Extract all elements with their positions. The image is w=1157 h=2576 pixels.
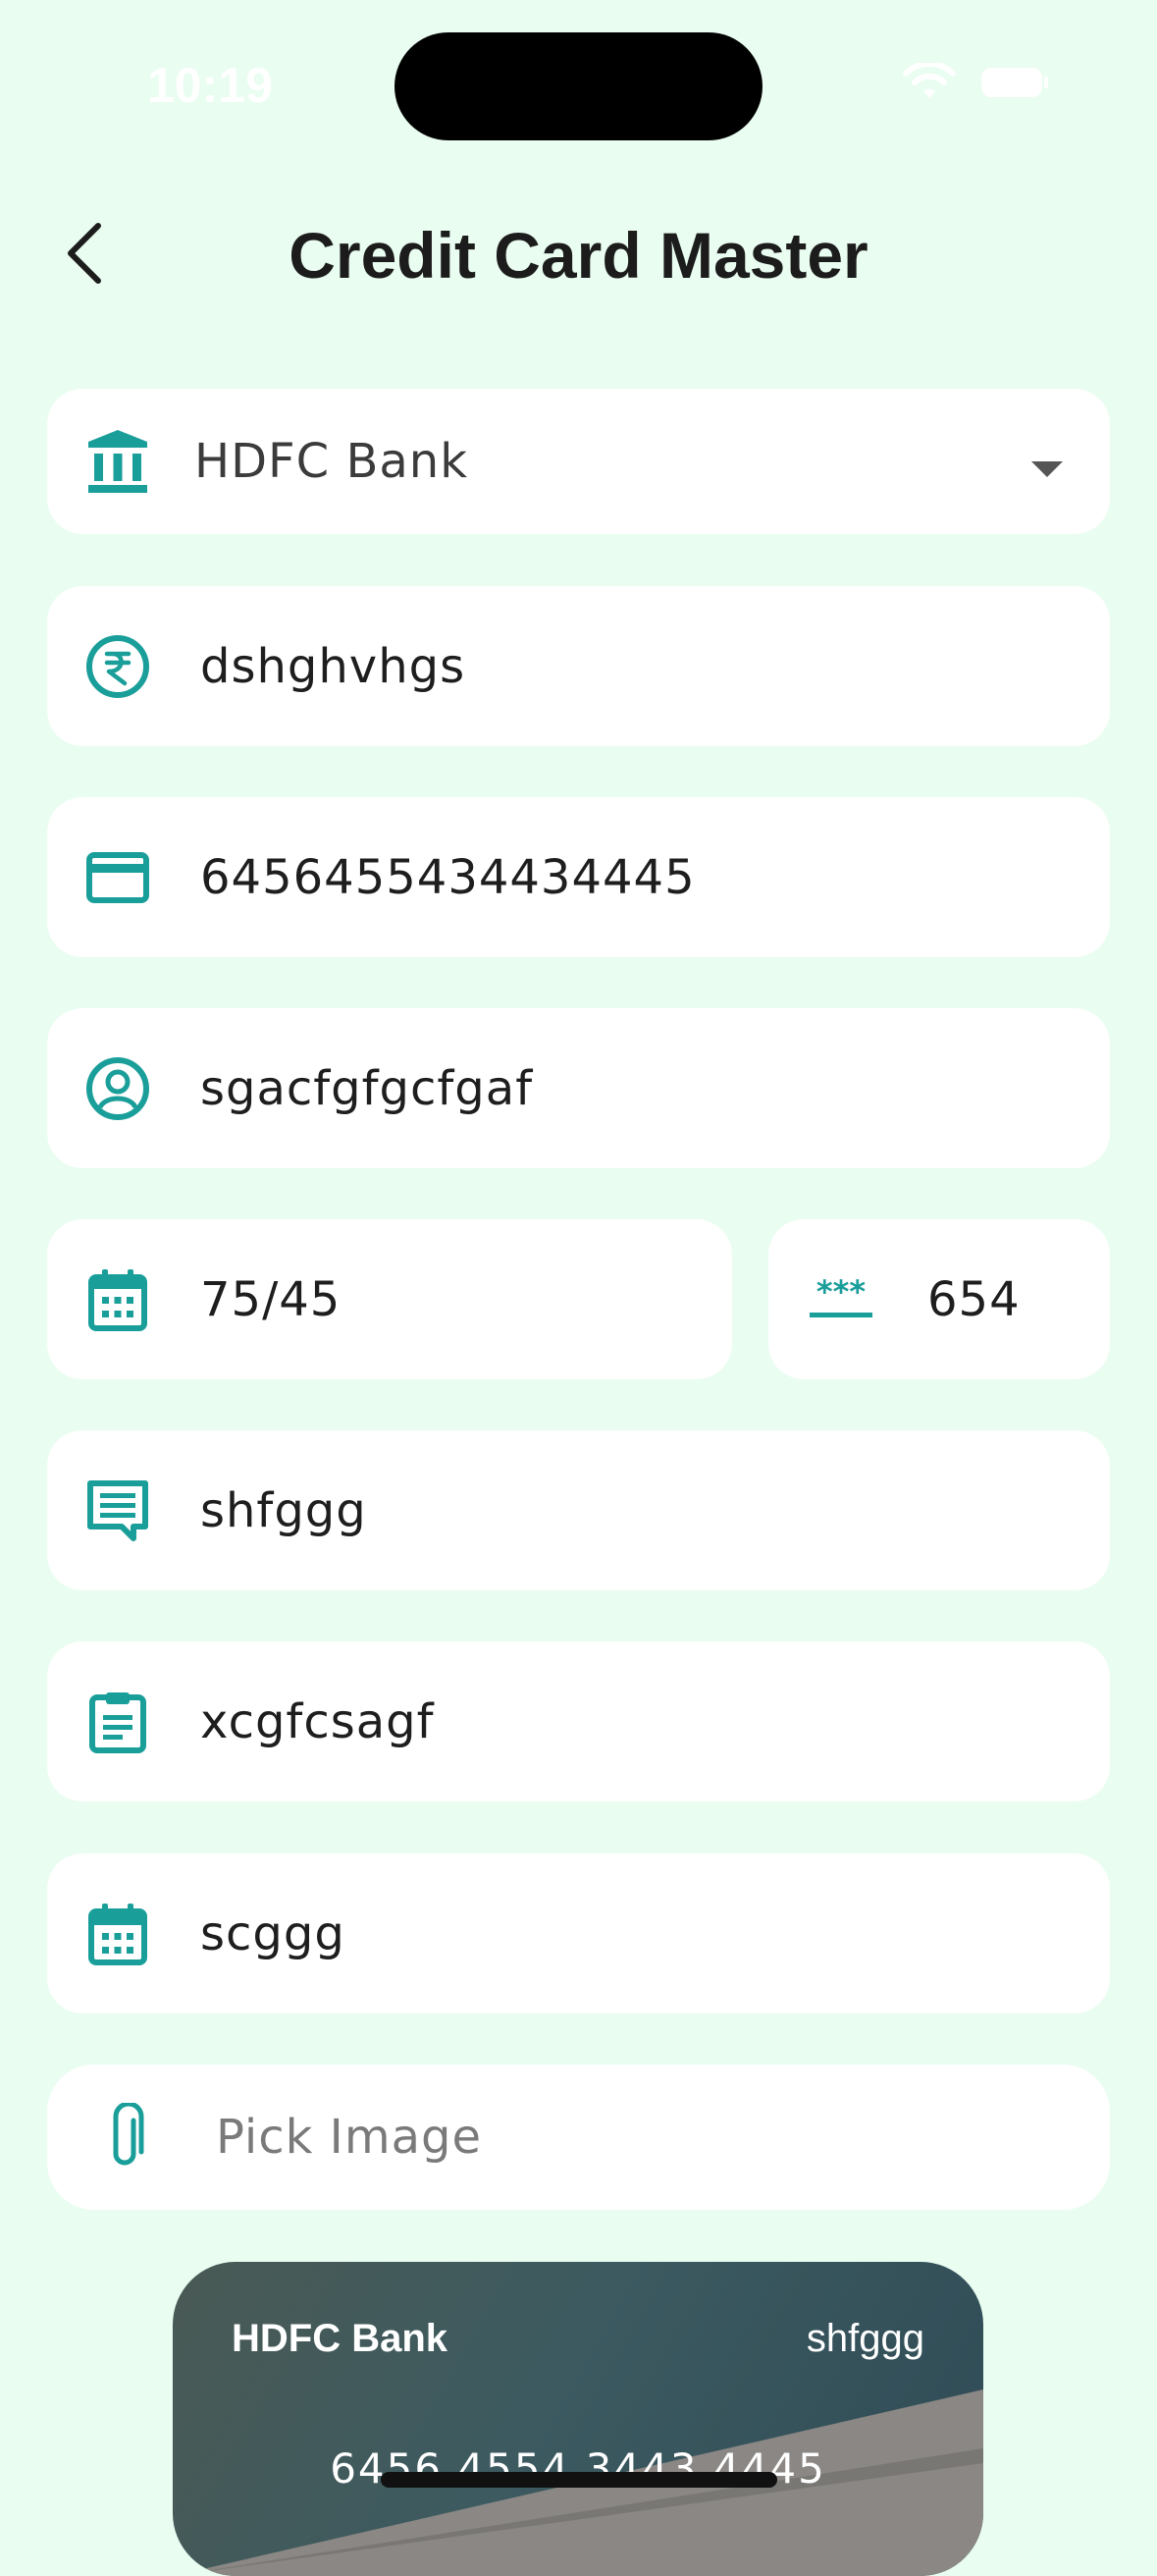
chevron-down-icon xyxy=(1031,461,1063,477)
bank-icon xyxy=(82,426,153,497)
password-icon: *** xyxy=(806,1264,876,1335)
status-icons xyxy=(902,61,1049,106)
paperclip-icon xyxy=(98,2102,153,2173)
calendar-icon xyxy=(82,1264,153,1335)
battery-icon xyxy=(980,66,1049,103)
page-title: Credit Card Master xyxy=(289,219,868,292)
bank-value: HDFC Bank xyxy=(194,434,468,489)
cvv-value: 654 xyxy=(927,1271,1021,1327)
calendar-icon xyxy=(82,1899,153,1969)
svg-text:***: *** xyxy=(816,1279,866,1311)
cvv-field[interactable]: *** 654 xyxy=(768,1219,1110,1379)
name-field[interactable]: dshghvhgs xyxy=(47,586,1110,746)
card-label-value: shfggg xyxy=(200,1482,367,1538)
card-number-value: 6456455434434445 xyxy=(200,849,696,905)
bank-select[interactable]: HDFC Bank xyxy=(47,389,1110,534)
wifi-icon xyxy=(902,61,957,106)
card-preview: HDFC Bank shfggg 6456 4554 3443 4445 xyxy=(173,2262,983,2576)
name-value: dshghvhgs xyxy=(200,638,466,694)
card-number-field[interactable]: 6456455434434445 xyxy=(47,797,1110,957)
due-date-field[interactable]: scggg xyxy=(47,1853,1110,2013)
status-time: 10:19 xyxy=(147,58,273,113)
card-label-field[interactable]: shfggg xyxy=(47,1430,1110,1590)
notes-field[interactable]: xcgfcsagf xyxy=(47,1641,1110,1801)
home-indicator xyxy=(381,2472,777,2488)
due-date-value: scggg xyxy=(200,1905,345,1961)
card-swoosh xyxy=(173,2389,983,2576)
clipboard-icon xyxy=(82,1687,153,1757)
user-circle-icon xyxy=(82,1053,153,1124)
card-preview-label: shfggg xyxy=(806,2317,924,2360)
credit-card-icon xyxy=(82,842,153,913)
pick-image-button[interactable]: Pick Image xyxy=(47,2065,1110,2210)
card-holder-field[interactable]: sgacfgfgcfgaf xyxy=(47,1008,1110,1168)
rupee-icon xyxy=(82,631,153,702)
expiry-field[interactable]: 75/45 xyxy=(47,1219,732,1379)
message-icon xyxy=(82,1476,153,1546)
card-holder-value: sgacfgfgcfgaf xyxy=(200,1060,534,1116)
card-preview-bank: HDFC Bank xyxy=(232,2317,448,2360)
expiry-value: 75/45 xyxy=(200,1271,342,1327)
pick-image-placeholder: Pick Image xyxy=(216,2110,482,2165)
dynamic-island xyxy=(394,32,763,140)
notes-value: xcgfcsagf xyxy=(200,1693,435,1749)
